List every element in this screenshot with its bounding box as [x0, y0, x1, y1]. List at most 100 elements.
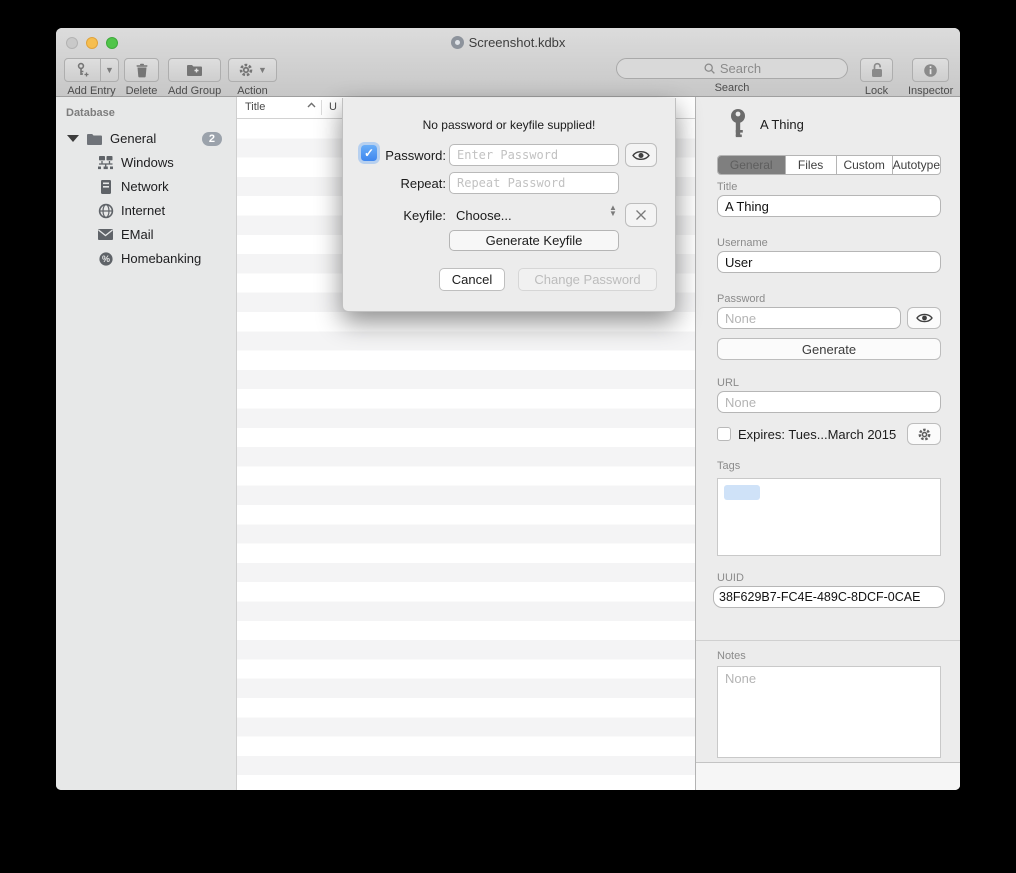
group-label: General	[110, 131, 156, 146]
search-placeholder: Search	[720, 61, 761, 76]
add-group-button[interactable]	[168, 58, 221, 82]
group-label: Network	[121, 179, 169, 194]
tab-files[interactable]: Files	[786, 156, 837, 174]
svg-text:%: %	[101, 254, 109, 264]
username-field[interactable]	[717, 251, 941, 273]
titlebar-toolbar: Screenshot.kdbx ▼ Add Entry Delete	[56, 28, 960, 97]
sidebar-item-general[interactable]: General 2	[56, 127, 236, 150]
url-field[interactable]	[717, 391, 941, 413]
group-label: Internet	[121, 203, 165, 218]
envelope-icon	[97, 226, 114, 243]
uuid-field[interactable]	[713, 586, 945, 608]
expires-checkbox[interactable]	[717, 427, 731, 441]
inspector-panel: A Thing General Files Custom Autotype Ti…	[695, 97, 960, 790]
password-label: Password:	[376, 148, 446, 163]
add-group-label: Add Group	[168, 85, 221, 97]
sidebar-item-homebanking[interactable]: % Homebanking	[56, 247, 236, 270]
sheet-message: No password or keyfile supplied!	[343, 118, 675, 132]
group-label: EMail	[121, 227, 154, 242]
inspector-label: Inspector	[908, 85, 953, 97]
add-entry-button[interactable]	[64, 58, 101, 82]
sidebar-item-internet[interactable]: Internet	[56, 199, 236, 222]
tab-autotype[interactable]: Autotype	[893, 156, 940, 174]
app-window: Screenshot.kdbx ▼ Add Entry Delete	[56, 28, 960, 790]
add-entry-label: Add Entry	[67, 85, 115, 97]
tags-label: Tags	[717, 460, 740, 472]
uuid-label: UUID	[717, 572, 744, 584]
show-password-button[interactable]	[907, 307, 941, 329]
chevron-down-icon: ▼	[258, 65, 267, 75]
password-checkbox[interactable]: ✓	[361, 145, 377, 161]
column-divider[interactable]	[321, 100, 322, 115]
entry-title: A Thing	[760, 117, 804, 132]
change-password-button[interactable]: Change Password	[518, 268, 657, 291]
stepper-icon[interactable]: ▲▼	[609, 205, 617, 217]
close-x-icon	[635, 209, 647, 221]
expires-settings-button[interactable]	[907, 423, 941, 445]
sidebar: Database General 2 Windows Network	[56, 97, 237, 790]
cancel-button[interactable]: Cancel	[439, 268, 505, 291]
keyfile-popup[interactable]: Choose...	[456, 208, 512, 223]
folder-plus-icon	[186, 63, 203, 77]
unlock-icon	[870, 62, 884, 78]
document-proxy-icon	[451, 36, 464, 49]
title-field-label: Title	[717, 181, 737, 193]
keyfile-label: Keyfile:	[376, 208, 446, 223]
lock-button[interactable]	[860, 58, 893, 82]
trash-icon	[135, 63, 149, 78]
entry-count-badge: 2	[202, 132, 222, 146]
group-label: Windows	[121, 155, 174, 170]
key-plus-icon	[75, 62, 91, 78]
password-input[interactable]	[449, 144, 619, 166]
sort-ascending-icon	[307, 102, 316, 108]
notes-field[interactable]	[717, 666, 941, 758]
windows-network-icon	[97, 154, 114, 171]
chevron-down-icon: ▼	[105, 65, 114, 75]
percent-circle-icon: %	[97, 250, 114, 267]
sidebar-item-email[interactable]: EMail	[56, 223, 236, 246]
url-field-label: URL	[717, 377, 739, 389]
sidebar-item-windows[interactable]: Windows	[56, 151, 236, 174]
disclosure-triangle-icon[interactable]	[67, 135, 79, 142]
search-icon	[703, 62, 716, 75]
server-icon	[97, 178, 114, 195]
tags-field[interactable]	[717, 478, 941, 556]
username-field-label: Username	[717, 237, 768, 249]
key-icon	[726, 108, 750, 140]
eye-icon	[632, 149, 650, 162]
globe-icon	[97, 202, 114, 219]
gear-icon	[238, 62, 254, 78]
password-field[interactable]	[717, 307, 901, 329]
add-entry-dropdown[interactable]: ▼	[101, 58, 119, 82]
notes-label: Notes	[717, 650, 746, 662]
search-label: Search	[715, 82, 750, 94]
column-header-title[interactable]: Title	[245, 101, 265, 113]
column-header-username[interactable]: U	[329, 101, 337, 113]
eye-icon	[916, 312, 933, 324]
tab-custom[interactable]: Custom	[837, 156, 893, 174]
repeat-input[interactable]	[449, 172, 619, 194]
password-field-label: Password	[717, 293, 765, 305]
action-label: Action	[237, 85, 268, 97]
generate-password-button[interactable]: Generate	[717, 338, 941, 360]
clear-keyfile-button[interactable]	[625, 203, 657, 227]
title-field[interactable]	[717, 195, 941, 217]
action-button[interactable]: ▼	[228, 58, 277, 82]
reveal-password-button[interactable]	[625, 143, 657, 167]
lock-label: Lock	[865, 85, 888, 97]
repeat-label: Repeat:	[376, 176, 446, 191]
info-icon	[923, 63, 938, 78]
inspector-footer	[696, 762, 960, 790]
inspector-button[interactable]	[912, 58, 949, 82]
change-password-sheet: No password or keyfile supplied! ✓ Passw…	[342, 98, 676, 312]
generate-keyfile-button[interactable]: Generate Keyfile	[449, 230, 619, 251]
search-input[interactable]: Search	[616, 58, 848, 79]
sidebar-section-header: Database	[66, 107, 115, 119]
inspector-tabs: General Files Custom Autotype	[717, 155, 941, 175]
delete-label: Delete	[126, 85, 158, 97]
tab-general[interactable]: General	[718, 156, 786, 174]
sidebar-item-network[interactable]: Network	[56, 175, 236, 198]
delete-button[interactable]	[124, 58, 159, 82]
tag-token[interactable]	[724, 485, 760, 500]
expires-label: Expires: Tues...March 2015	[738, 427, 896, 442]
